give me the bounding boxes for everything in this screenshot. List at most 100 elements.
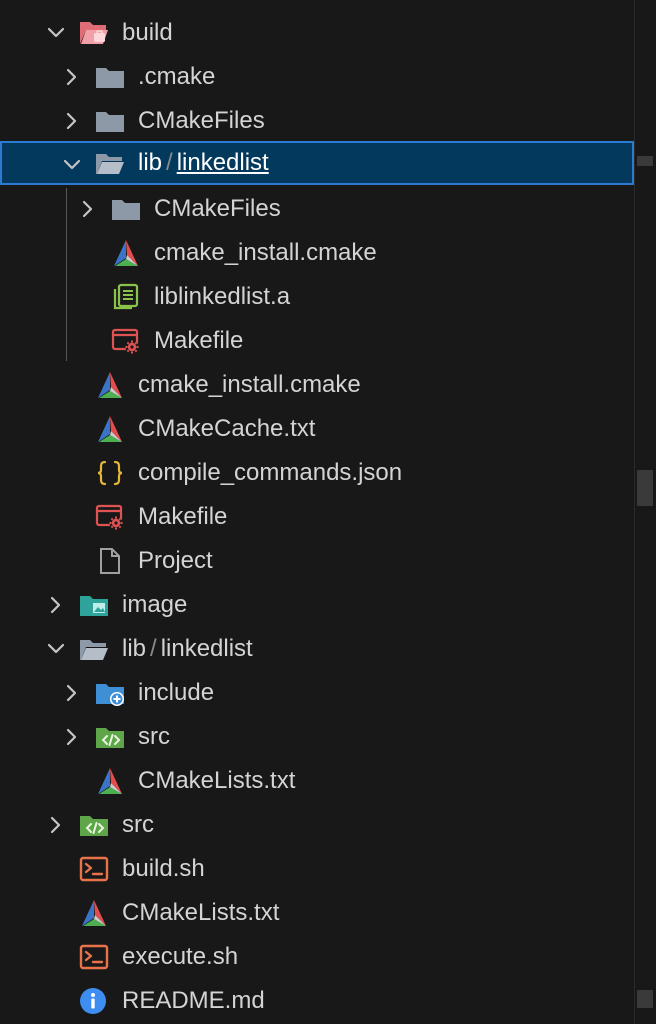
- item-label: Project: [138, 539, 213, 583]
- minimap-mark: [637, 990, 653, 1008]
- item-label: CMakeCache.txt: [138, 407, 315, 451]
- item-label-text: compile_commands.json: [138, 459, 403, 486]
- folder-open-icon: [95, 149, 125, 177]
- cmakelists-file[interactable]: CMakeLists.txt: [0, 891, 634, 935]
- folder-icon: [95, 63, 125, 91]
- cmakefiles-folder[interactable]: CMakeFiles: [0, 99, 634, 143]
- item-label: build: [122, 11, 173, 55]
- chevron-down-icon[interactable]: [44, 627, 68, 671]
- item-label-text: CMakeCache.txt: [138, 415, 316, 442]
- item-label: liblinkedlist.a: [154, 275, 290, 319]
- item-label-segment: linkedlist: [176, 149, 269, 176]
- info-icon: [79, 987, 109, 1015]
- src-folder[interactable]: src: [0, 803, 634, 847]
- image-folder[interactable]: image: [0, 583, 634, 627]
- folder-src-icon: [95, 723, 125, 751]
- build-makefile-file[interactable]: Makefile: [0, 495, 634, 539]
- makefile-icon: [111, 327, 141, 355]
- file-explorer: build .cmake CMakeFiles lib / linkedlist CMake…: [0, 0, 634, 1024]
- cmake-install-file[interactable]: cmake_install.cmake: [0, 363, 634, 407]
- item-label: README.md: [122, 979, 265, 1023]
- item-label: CMakeLists.txt: [122, 891, 279, 935]
- chevron-down-icon[interactable]: [60, 143, 84, 187]
- shell-icon: [79, 943, 109, 971]
- item-label: CMakeFiles: [154, 187, 281, 231]
- lib-linkedlist-folder[interactable]: lib / linkedlist: [0, 627, 634, 671]
- item-label: Makefile: [154, 319, 243, 363]
- makefile-icon: [95, 503, 125, 531]
- chevron-right-icon[interactable]: [44, 803, 68, 847]
- item-label: execute.sh: [122, 935, 238, 979]
- item-label-text: execute.sh: [122, 943, 239, 970]
- json-icon: [95, 459, 125, 487]
- cmake-icon: [95, 767, 125, 795]
- item-label: cmake_install.cmake: [138, 363, 361, 407]
- chevron-right-icon[interactable]: [76, 187, 100, 231]
- folder-open-icon: [79, 635, 109, 663]
- cmake-icon: [95, 371, 125, 399]
- build-sh-file[interactable]: build.sh: [0, 847, 634, 891]
- file-icon: [95, 547, 125, 575]
- item-label-text: build: [122, 19, 173, 46]
- minimap-scrollbar[interactable]: [634, 0, 656, 1024]
- execute-sh-file[interactable]: execute.sh: [0, 935, 634, 979]
- library-icon: [111, 283, 141, 311]
- item-label: .cmake: [138, 55, 215, 99]
- chevron-right-icon[interactable]: [60, 671, 84, 715]
- cmake-folder[interactable]: .cmake: [0, 55, 634, 99]
- chevron-right-icon[interactable]: [60, 99, 84, 143]
- item-label: src: [122, 803, 154, 847]
- path-separator: /: [166, 149, 173, 176]
- chevron-right-icon[interactable]: [60, 715, 84, 759]
- item-label-text: README.md: [122, 987, 265, 1014]
- chevron-right-icon[interactable]: [44, 583, 68, 627]
- path-separator: /: [150, 635, 157, 662]
- item-label-text: lib: [122, 635, 147, 662]
- project-file[interactable]: Project: [0, 539, 634, 583]
- item-label: lib / linkedlist: [138, 143, 269, 187]
- folder-build-open-icon: [79, 19, 109, 47]
- item-label-text: src: [122, 811, 154, 838]
- item-label: lib / linkedlist: [122, 627, 253, 671]
- item-label-text: Makefile: [154, 327, 244, 354]
- lib-src-folder[interactable]: src: [0, 715, 634, 759]
- item-label: image: [122, 583, 187, 627]
- cmake-icon: [111, 239, 141, 267]
- item-label-text: .cmake: [138, 63, 216, 90]
- item-label: CMakeFiles: [138, 99, 265, 143]
- item-label-text: image: [122, 591, 188, 618]
- cmakecache-file[interactable]: CMakeCache.txt: [0, 407, 634, 451]
- liblinkedlist-file[interactable]: liblinkedlist.a: [0, 275, 634, 319]
- minimap-mark: [637, 156, 653, 166]
- lib-cmake-install-file[interactable]: cmake_install.cmake: [0, 231, 634, 275]
- item-label-text: src: [138, 723, 170, 750]
- build-lib-linkedlist-folder[interactable]: lib / linkedlist: [0, 141, 634, 185]
- chevron-down-icon[interactable]: [44, 11, 68, 55]
- folder-src-icon: [79, 811, 109, 839]
- item-label-segment: linkedlist: [160, 635, 253, 662]
- include-folder[interactable]: include: [0, 671, 634, 715]
- item-label: compile_commands.json: [138, 451, 402, 495]
- folder-icon: [111, 195, 141, 223]
- folder-include-icon: [95, 679, 125, 707]
- item-label: CMakeLists.txt: [138, 759, 295, 803]
- lib-makefile-file[interactable]: Makefile: [0, 319, 634, 363]
- compile-commands-file[interactable]: compile_commands.json: [0, 451, 634, 495]
- item-label-text: CMakeFiles: [138, 107, 265, 134]
- chevron-right-icon[interactable]: [60, 55, 84, 99]
- build-folder[interactable]: build: [0, 11, 634, 55]
- readme-file[interactable]: README.md: [0, 979, 634, 1023]
- item-label-text: CMakeLists.txt: [122, 899, 280, 926]
- shell-icon: [79, 855, 109, 883]
- item-label: src: [138, 715, 170, 759]
- item-label-text: Makefile: [138, 503, 228, 530]
- item-label-text: CMakeFiles: [154, 195, 281, 222]
- item-label: build.sh: [122, 847, 205, 891]
- item-label: include: [138, 671, 214, 715]
- item-label-text: include: [138, 679, 215, 706]
- folder-image-icon: [79, 591, 109, 619]
- lib-cmakelists-file[interactable]: CMakeLists.txt: [0, 759, 634, 803]
- cmake-icon: [95, 415, 125, 443]
- lib-cmakefiles-folder[interactable]: CMakeFiles: [0, 187, 634, 231]
- item-label-text: liblinkedlist.a: [154, 283, 291, 310]
